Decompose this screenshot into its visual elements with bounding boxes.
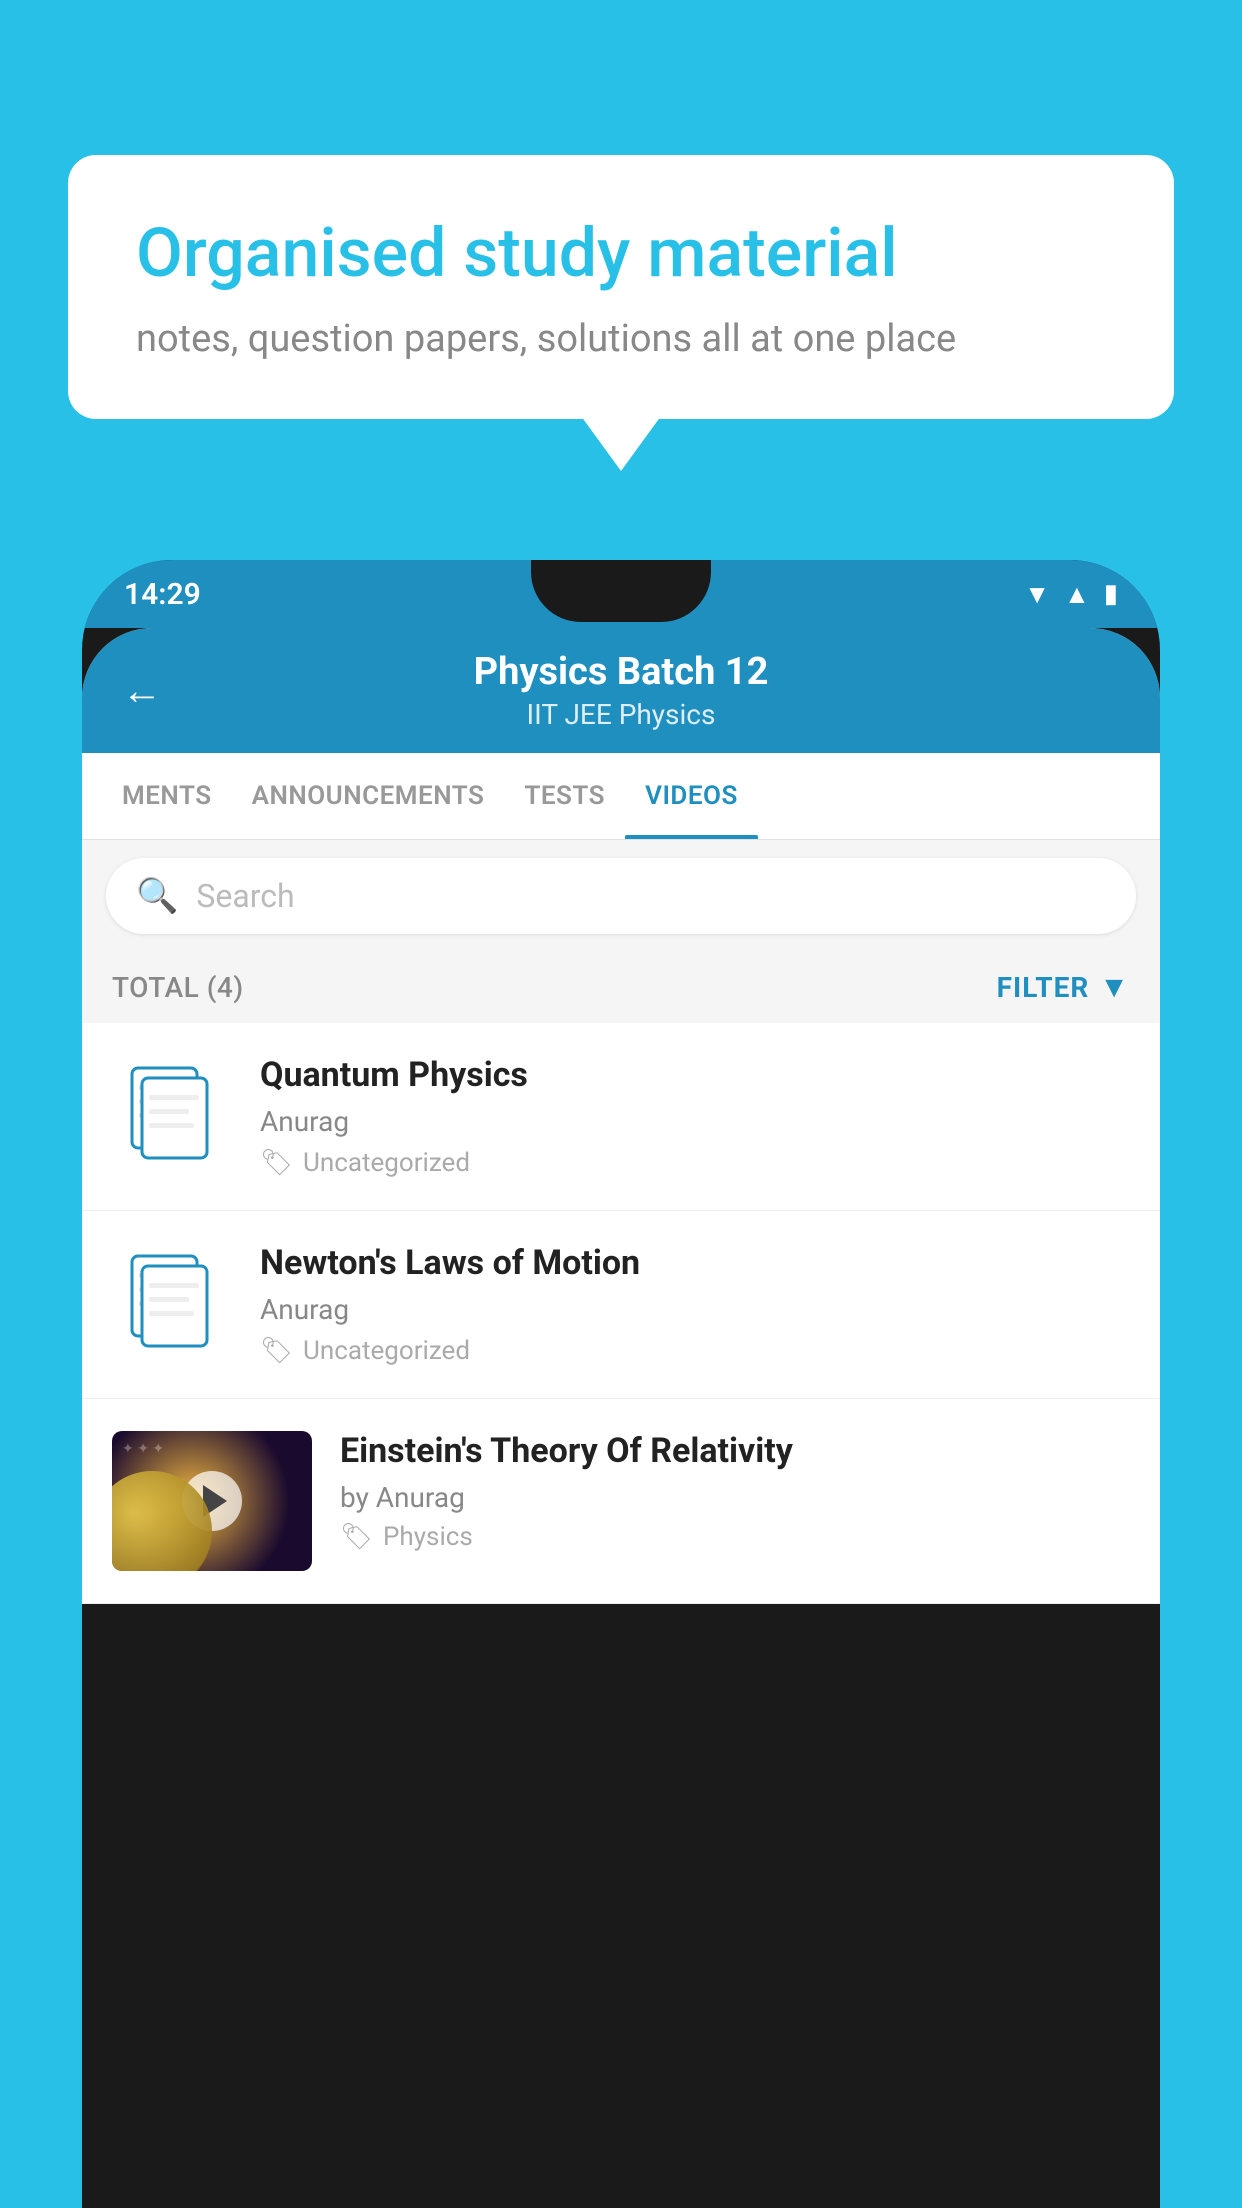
battery-icon: ▮: [1104, 579, 1118, 609]
tabs-bar: MENTS ANNOUNCEMENTS TESTS VIDEOS: [82, 753, 1160, 840]
tag-text-1: Uncategorized: [303, 1148, 470, 1178]
phone-content: ← Physics Batch 12 IIT JEE Physics MENTS…: [82, 628, 1160, 1604]
bubble-title: Organised study material: [136, 213, 1106, 295]
list-item[interactable]: Newton's Laws of Motion Anurag 🏷 Uncateg…: [82, 1211, 1160, 1399]
tag-icon-1: 🏷: [260, 1148, 293, 1178]
tag-text-3: Physics: [383, 1522, 473, 1552]
tab-videos[interactable]: VIDEOS: [625, 753, 758, 839]
search-container: 🔍 Search: [82, 840, 1160, 952]
video-list: Quantum Physics Anurag 🏷 Uncategorized: [82, 1023, 1160, 1604]
video-title-1: Quantum Physics: [260, 1055, 1130, 1095]
video-tag-2: 🏷 Uncategorized: [260, 1336, 1130, 1366]
total-count: TOTAL (4): [112, 971, 244, 1004]
filter-icon: ▼: [1099, 970, 1130, 1005]
speech-bubble: Organised study material notes, question…: [68, 155, 1174, 419]
app-header: ← Physics Batch 12 IIT JEE Physics: [82, 628, 1160, 753]
video-info-3: Einstein's Theory Of Relativity by Anura…: [340, 1431, 1130, 1552]
search-bar[interactable]: 🔍 Search: [106, 858, 1136, 934]
tab-announcements[interactable]: ANNOUNCEMENTS: [232, 753, 505, 839]
video-title-2: Newton's Laws of Motion: [260, 1243, 1130, 1283]
search-icon: 🔍: [136, 876, 178, 916]
speech-bubble-container: Organised study material notes, question…: [68, 155, 1174, 419]
back-button[interactable]: ←: [122, 667, 162, 714]
video-info-2: Newton's Laws of Motion Anurag 🏷 Uncateg…: [260, 1243, 1130, 1366]
list-item[interactable]: Quantum Physics Anurag 🏷 Uncategorized: [82, 1023, 1160, 1211]
video-thumbnail-einstein: [112, 1431, 312, 1571]
video-author-2: Anurag: [260, 1293, 1130, 1326]
file-icon-1: [127, 1063, 217, 1168]
notch: [531, 560, 711, 622]
file-icon-2: [127, 1251, 217, 1356]
tag-text-2: Uncategorized: [303, 1336, 470, 1366]
signal-icon: ▲: [1064, 579, 1090, 610]
video-author-3: by Anurag: [340, 1481, 1130, 1514]
video-info-1: Quantum Physics Anurag 🏷 Uncategorized: [260, 1055, 1130, 1178]
status-time: 14:29: [124, 577, 201, 612]
header-subtitle: IIT JEE Physics: [474, 698, 769, 731]
wifi-icon: ▼: [1024, 579, 1050, 610]
video-tag-1: 🏷 Uncategorized: [260, 1148, 1130, 1178]
bubble-subtitle: notes, question papers, solutions all at…: [136, 317, 1106, 361]
tag-icon-2: 🏷: [260, 1336, 293, 1366]
phone-frame: 14:29 ▼ ▲ ▮ ← Physics Batch 12 IIT JEE P…: [82, 560, 1160, 2208]
status-icons: ▼ ▲ ▮: [1024, 579, 1118, 610]
search-input[interactable]: Search: [196, 877, 294, 915]
header-title: Physics Batch 12: [474, 650, 769, 694]
status-bar: 14:29 ▼ ▲ ▮: [82, 560, 1160, 628]
tab-tests[interactable]: TESTS: [504, 753, 625, 839]
filter-button[interactable]: FILTER ▼: [997, 970, 1130, 1005]
video-thumb-1: [112, 1055, 232, 1175]
video-tag-3: 🏷 Physics: [340, 1522, 1130, 1552]
tag-icon-3: 🏷: [340, 1522, 373, 1552]
tab-ments[interactable]: MENTS: [102, 753, 232, 839]
header-center: Physics Batch 12 IIT JEE Physics: [474, 650, 769, 731]
video-thumb-2: [112, 1243, 232, 1363]
list-item[interactable]: Einstein's Theory Of Relativity by Anura…: [82, 1399, 1160, 1604]
video-title-3: Einstein's Theory Of Relativity: [340, 1431, 1130, 1471]
filter-bar: TOTAL (4) FILTER ▼: [82, 952, 1160, 1023]
video-author-1: Anurag: [260, 1105, 1130, 1138]
filter-label: FILTER: [997, 971, 1090, 1004]
